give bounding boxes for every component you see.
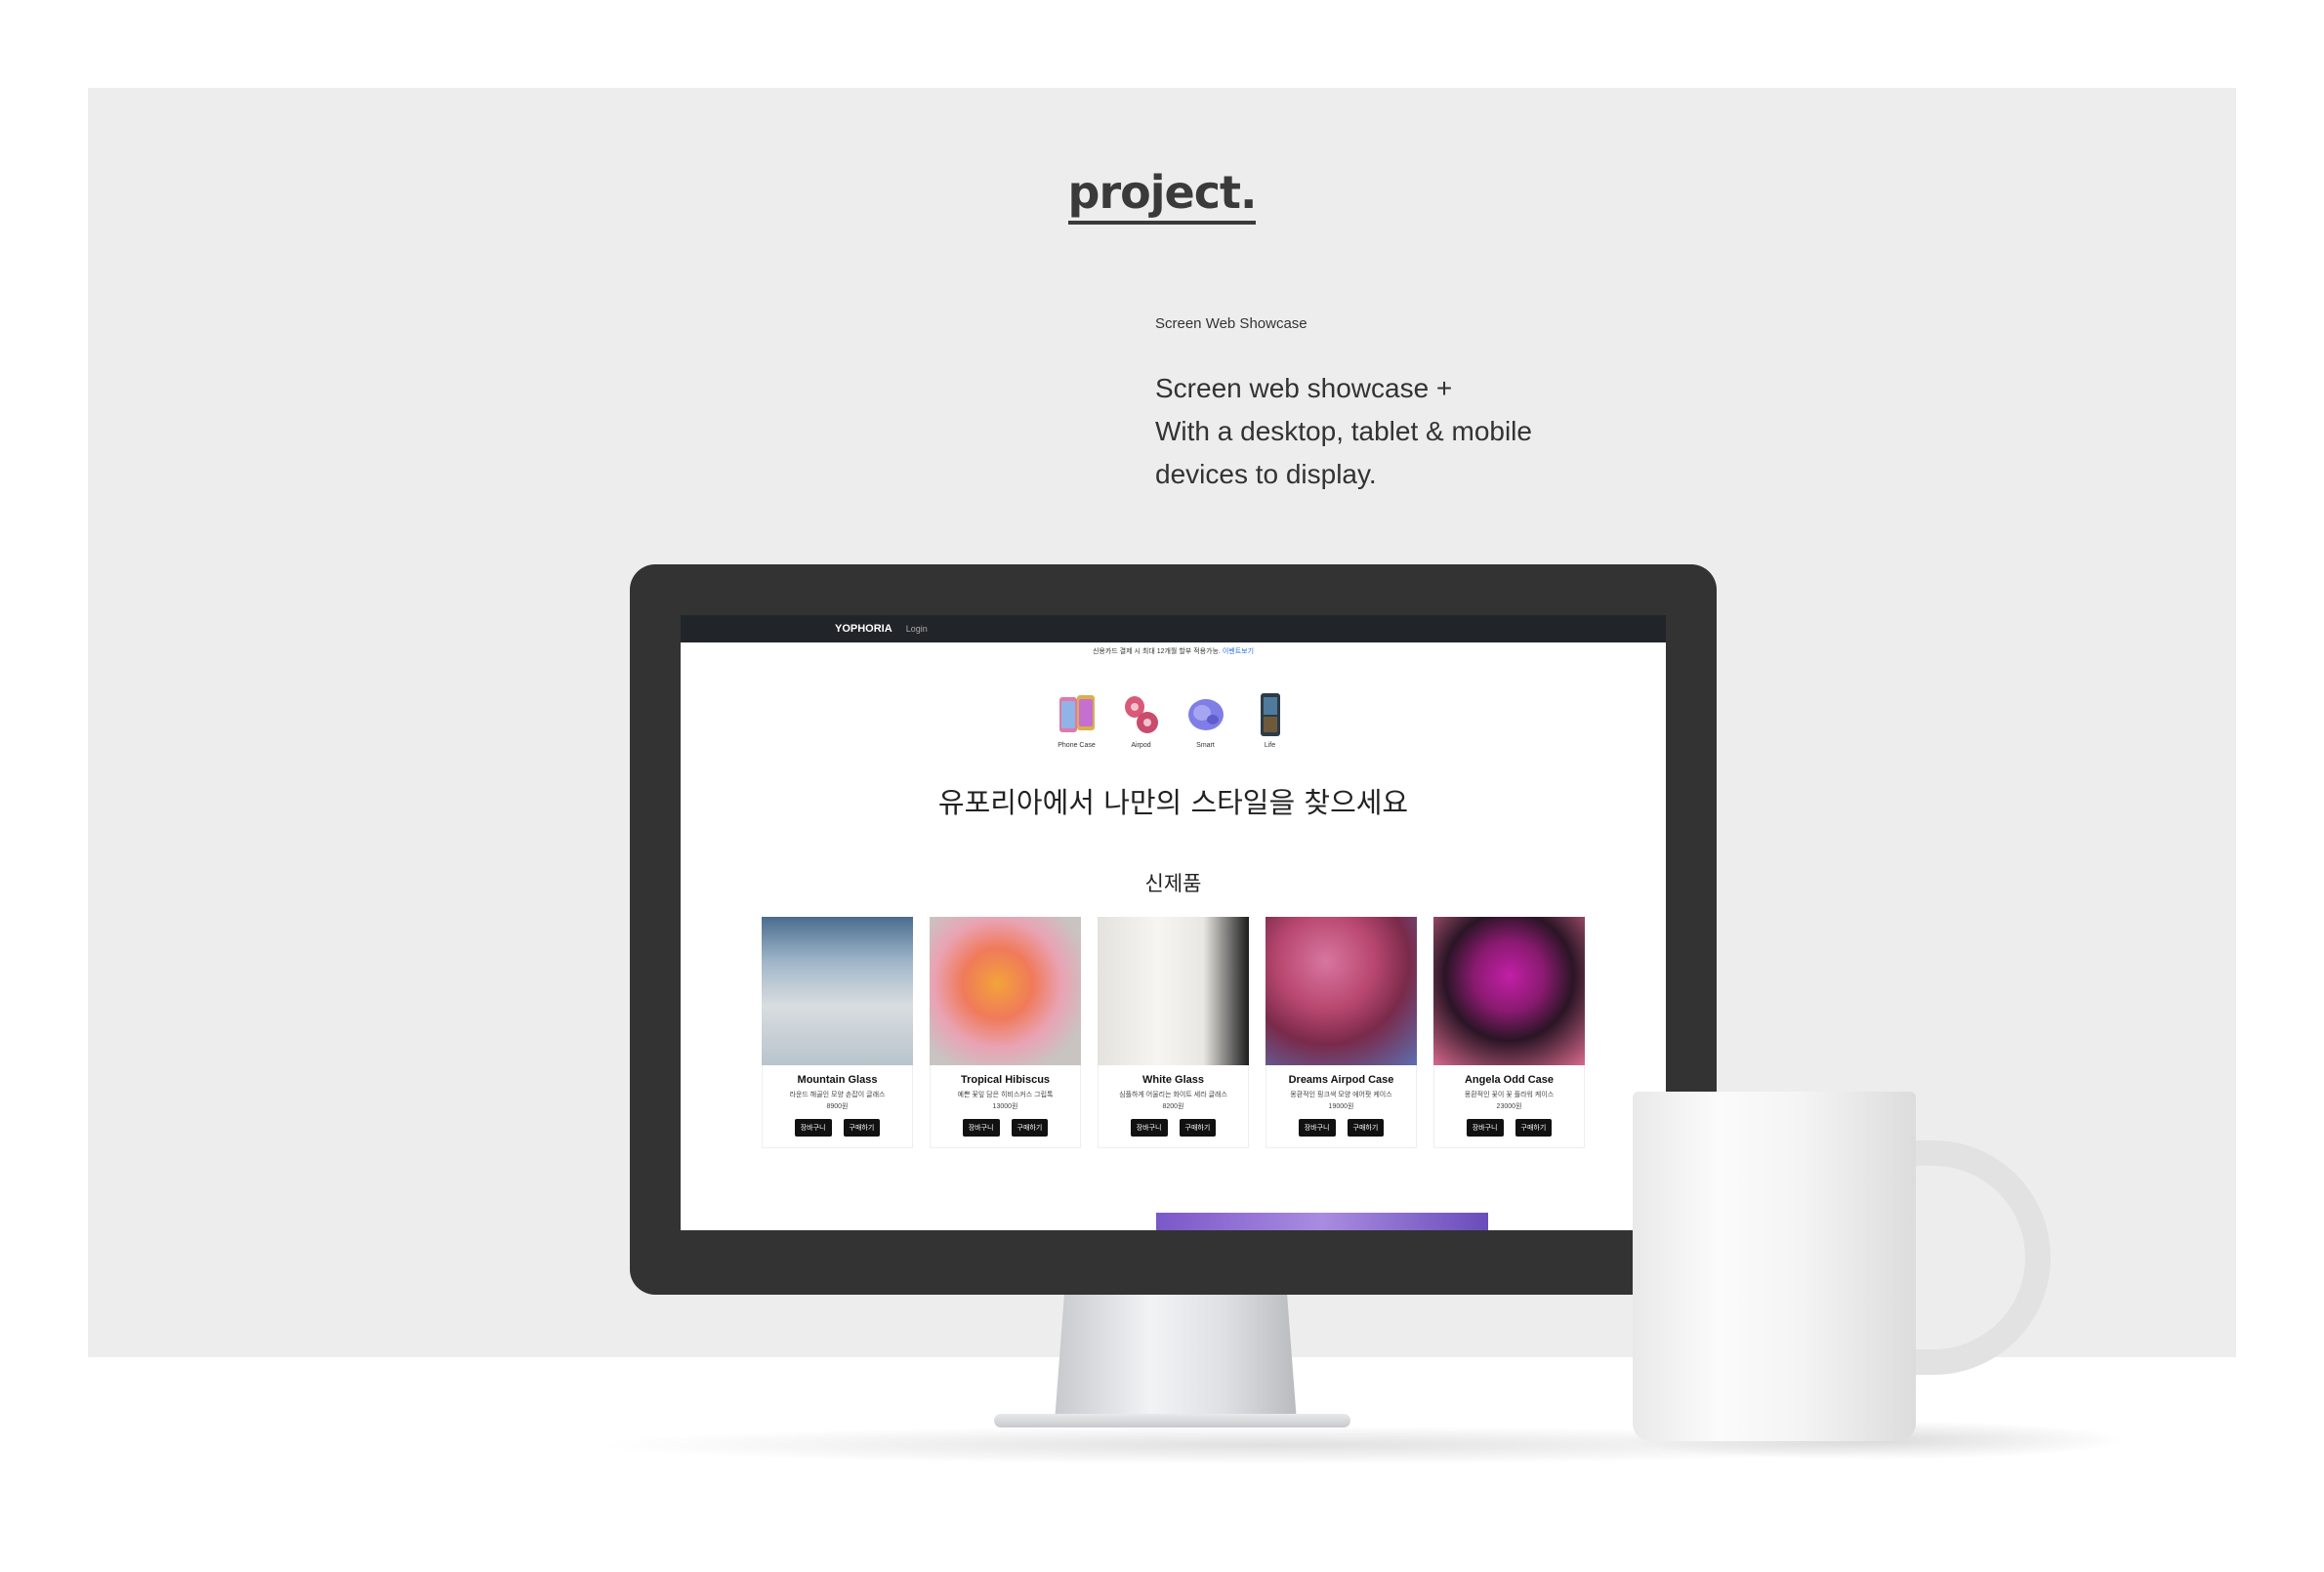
description-line: Screen web showcase + bbox=[1155, 373, 1453, 403]
showcase-description: Screen web showcase + With a desktop, ta… bbox=[1155, 367, 1663, 496]
product-name[interactable]: Angela Odd Case bbox=[1434, 1074, 1584, 1086]
buy-button[interactable]: 구매하기 bbox=[1179, 1119, 1217, 1137]
notice-text: 신용카드 결제 시 최대 12개월 할부 적용가능. bbox=[1092, 648, 1221, 655]
category-label: Life bbox=[1264, 742, 1276, 749]
monitor-mockup: YOPHORIA Login 신용카드 결제 시 최대 12개월 할부 적용가능… bbox=[630, 564, 1717, 1295]
notice-bar: 신용카드 결제 시 최대 12개월 할부 적용가능. 이벤트보기 bbox=[681, 646, 1666, 656]
phone-case-icon bbox=[1058, 691, 1097, 738]
category-phone-case[interactable]: Phone Case bbox=[1058, 691, 1097, 749]
product-price: 8200원 bbox=[1162, 1103, 1184, 1110]
buy-button[interactable]: 구매하기 bbox=[1347, 1119, 1385, 1137]
mug-image bbox=[1633, 1092, 1916, 1441]
product-description: 예쁜 꽃잎 담은 히비스커스 그립톡 bbox=[957, 1092, 1054, 1098]
hero-heading: 유포리아에서 나만의 스타일을 찾으세요 bbox=[937, 786, 1409, 819]
product-image[interactable] bbox=[1098, 917, 1249, 1065]
product-name[interactable]: White Glass bbox=[1099, 1074, 1248, 1086]
smart-icon bbox=[1186, 691, 1225, 738]
banner-image bbox=[1156, 1213, 1488, 1230]
notice-link[interactable]: 이벤트보기 bbox=[1223, 648, 1254, 655]
description-line: With a desktop, tablet & mobile bbox=[1155, 416, 1532, 446]
monitor-stand-base bbox=[994, 1414, 1350, 1427]
buy-button[interactable]: 구매하기 bbox=[1011, 1119, 1049, 1137]
product-name[interactable]: Dreams Airpod Case bbox=[1266, 1074, 1416, 1086]
product-card[interactable]: White Glass 심플하게 어울리는 화이트 세라 글래스 8200원 장… bbox=[1098, 917, 1249, 1148]
product-card[interactable]: Dreams Airpod Case 몽환적인 핑크색 모양 에어팟 케이스 1… bbox=[1266, 917, 1417, 1148]
category-list: Phone Case Airpod Smart Life bbox=[681, 691, 1666, 749]
product-description: 몽환적인 핑크색 모양 에어팟 케이스 bbox=[1290, 1092, 1392, 1098]
life-icon bbox=[1251, 691, 1290, 738]
product-description: 심플하게 어울리는 화이트 세라 글래스 bbox=[1119, 1092, 1227, 1098]
product-image[interactable] bbox=[762, 917, 913, 1065]
new-products-heading: 신제품 bbox=[1144, 872, 1202, 895]
showcase-title: project. bbox=[0, 166, 2324, 225]
buy-button[interactable]: 구매하기 bbox=[843, 1119, 881, 1137]
product-description: 몽환적인 꽃이 꽃 플라워 케이스 bbox=[1464, 1092, 1555, 1098]
product-image[interactable] bbox=[930, 917, 1081, 1065]
buy-button[interactable]: 구매하기 bbox=[1515, 1119, 1553, 1137]
description-line: devices to display. bbox=[1155, 459, 1377, 489]
brand-logo[interactable]: YOPHORIA bbox=[835, 623, 892, 635]
category-airpod[interactable]: Airpod bbox=[1122, 691, 1161, 749]
category-label: Smart bbox=[1196, 742, 1215, 749]
airpod-icon bbox=[1122, 691, 1161, 738]
product-price: 13000원 bbox=[992, 1103, 1018, 1110]
site-navbar: YOPHORIA Login bbox=[681, 615, 1666, 642]
product-description: 라운드 해골인 모양 손잡이 글래스 bbox=[789, 1092, 886, 1098]
add-to-cart-button[interactable]: 장바구니 bbox=[1298, 1119, 1336, 1137]
product-name[interactable]: Tropical Hibiscus bbox=[931, 1074, 1080, 1086]
add-to-cart-button[interactable]: 장바구니 bbox=[1130, 1119, 1168, 1137]
category-life[interactable]: Life bbox=[1251, 691, 1290, 749]
add-to-cart-button[interactable]: 장바구니 bbox=[962, 1119, 1000, 1137]
product-card[interactable]: Angela Odd Case 몽환적인 꽃이 꽃 플라워 케이스 23000원… bbox=[1433, 917, 1585, 1148]
add-to-cart-button[interactable]: 장바구니 bbox=[1466, 1119, 1504, 1137]
monitor-screen: YOPHORIA Login 신용카드 결제 시 최대 12개월 할부 적용가능… bbox=[681, 615, 1666, 1230]
monitor-stand bbox=[1055, 1295, 1297, 1422]
showcase-subtitle: Screen Web Showcase bbox=[1155, 315, 1307, 332]
product-price: 19000원 bbox=[1328, 1103, 1354, 1110]
category-smart[interactable]: Smart bbox=[1186, 691, 1225, 749]
product-card[interactable]: Tropical Hibiscus 예쁜 꽃잎 담은 히비스커스 그립톡 130… bbox=[930, 917, 1081, 1148]
product-name[interactable]: Mountain Glass bbox=[763, 1074, 912, 1086]
login-link[interactable]: Login bbox=[906, 624, 928, 634]
product-list: Mountain Glass 라운드 해골인 모양 손잡이 글래스 8900원 … bbox=[681, 917, 1666, 1148]
product-price: 23000원 bbox=[1496, 1103, 1522, 1110]
product-card[interactable]: Mountain Glass 라운드 해골인 모양 손잡이 글래스 8900원 … bbox=[762, 917, 913, 1148]
product-price: 8900원 bbox=[826, 1103, 849, 1110]
product-image[interactable] bbox=[1433, 917, 1585, 1065]
product-image[interactable] bbox=[1266, 917, 1417, 1065]
category-label: Airpod bbox=[1131, 742, 1151, 749]
category-label: Phone Case bbox=[1058, 742, 1096, 749]
add-to-cart-button[interactable]: 장바구니 bbox=[794, 1119, 832, 1137]
